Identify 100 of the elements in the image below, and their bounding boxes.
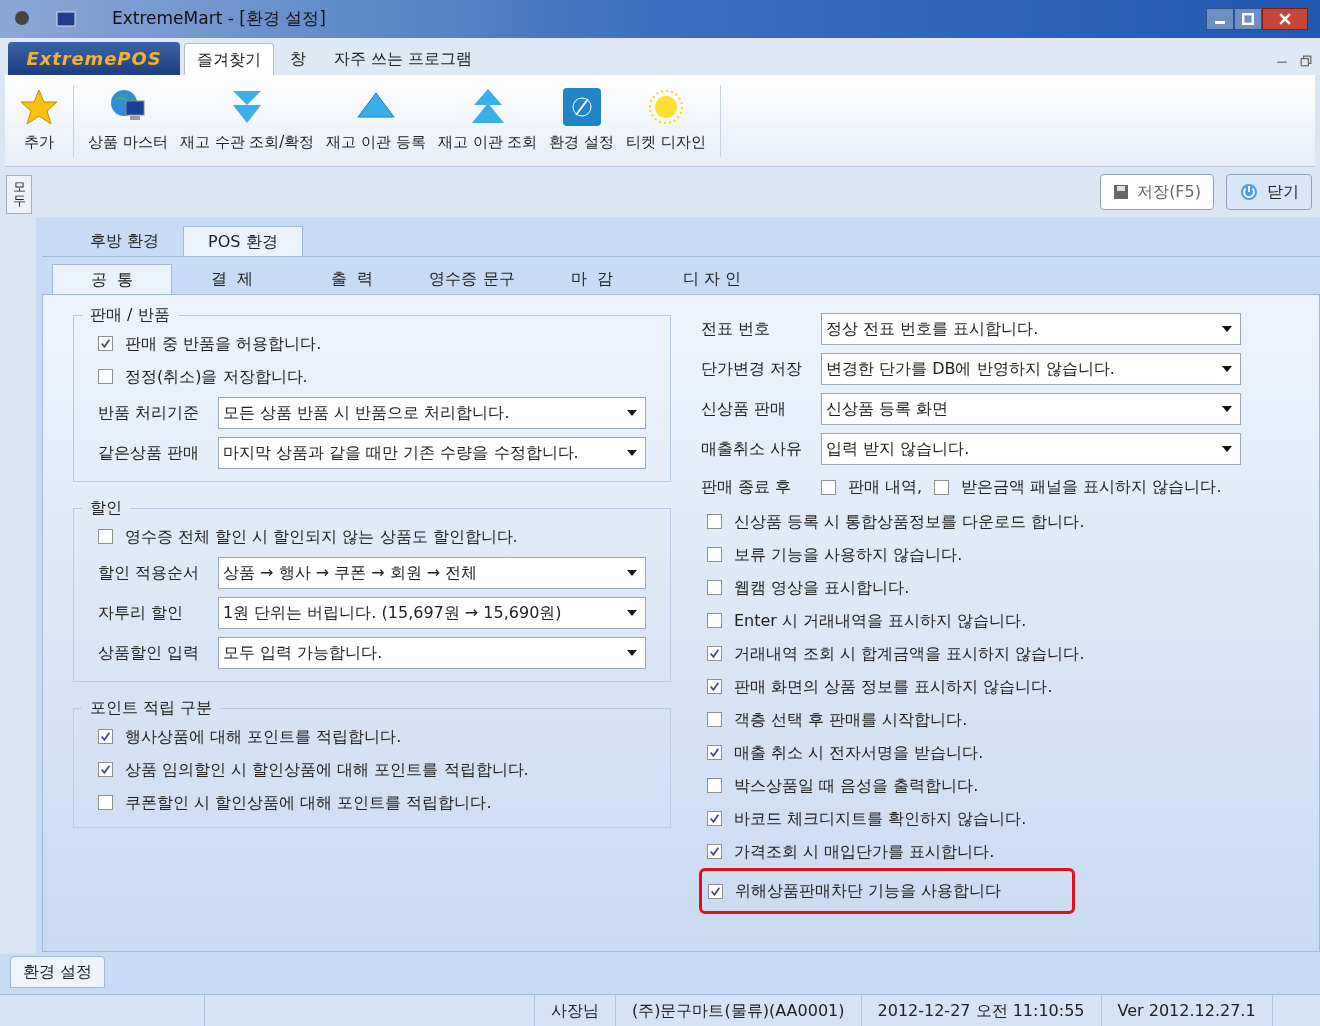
dropdown-field[interactable]: 신상품 등록 화면 bbox=[821, 393, 1241, 425]
status-text: Ver 2012.12.27.1 bbox=[1101, 995, 1273, 1026]
section-tab[interactable]: 공 통 bbox=[52, 264, 172, 294]
section-tab[interactable]: 마 감 bbox=[532, 264, 652, 294]
checkbox-label: 판매 화면의 상품 정보를 표시하지 않습니다. bbox=[734, 675, 1053, 698]
ribbon-button[interactable]: 상품 마스터 bbox=[82, 87, 174, 154]
ribbon-button[interactable]: 재고 이관 조회 bbox=[431, 87, 544, 154]
checkbox[interactable] bbox=[707, 679, 722, 694]
caret-icon bbox=[1222, 406, 1232, 412]
checkbox-label: 박스상품일 때 음성을 출력합니다. bbox=[734, 774, 979, 797]
field-label: 같은상품 판매 bbox=[98, 442, 201, 464]
dropdown-field[interactable]: 정상 전표 번호를 표시합니다. bbox=[821, 313, 1241, 345]
window-title: ExtremeMart - [환경 설정] bbox=[112, 7, 326, 31]
field-label: 반품 처리기준 bbox=[98, 402, 201, 424]
minimize-icon bbox=[1215, 20, 1225, 24]
field-label: 상품할인 입력 bbox=[98, 642, 201, 664]
ribbon-button[interactable]: 재고 수관 조회/확정 bbox=[173, 87, 321, 154]
checkbox-label: 위해상품판매차단 기능을 사용합니다 bbox=[735, 880, 1002, 902]
maximize-button[interactable] bbox=[1234, 8, 1262, 30]
menu-tab[interactable]: 즐겨찾기 bbox=[184, 43, 274, 75]
checkbox[interactable] bbox=[98, 369, 113, 384]
checkbox-label: Enter 시 거래내역을 표시하지 않습니다. bbox=[734, 609, 1027, 632]
checkbox[interactable] bbox=[98, 529, 113, 544]
document-tab[interactable]: 환경 설정 bbox=[10, 956, 106, 988]
field-label: 단가변경 저장 bbox=[701, 358, 804, 380]
field-label: 판매 종료 후 bbox=[701, 476, 793, 498]
compass-icon bbox=[561, 87, 602, 128]
close-button[interactable] bbox=[1262, 8, 1308, 30]
checkbox[interactable] bbox=[707, 646, 722, 661]
checkbox-label: 객층 선택 후 판매를 시작합니다. bbox=[734, 708, 968, 731]
ribbon-button[interactable]: 티켓 디자인 bbox=[620, 87, 713, 154]
dropdown-field[interactable]: 모든 상품 반품 시 반품으로 처리합니다. bbox=[218, 397, 646, 429]
checkbox-label: 영수증 전체 할인 시 할인되지 않는 상품도 할인합니다. bbox=[125, 525, 518, 548]
checkbox[interactable] bbox=[821, 479, 836, 495]
minimize-button[interactable] bbox=[1206, 8, 1234, 30]
side-tab[interactable]: 모두 bbox=[6, 175, 32, 214]
checkbox-label: 쿠폰할인 시 할인상품에 대해 포인트를 적립합니다. bbox=[125, 791, 492, 814]
dropdown-field[interactable]: 변경한 단가를 DB에 반영하지 않습니다. bbox=[821, 353, 1241, 385]
checkbox-label: 정정(취소)을 저장합니다. bbox=[125, 365, 308, 388]
dropdown-field[interactable]: 모두 입력 가능합니다. bbox=[218, 637, 646, 669]
checkbox[interactable] bbox=[707, 778, 722, 793]
menu-tab[interactable]: 창 bbox=[278, 43, 318, 75]
dropdown-field[interactable]: 상품 → 행사 → 쿠폰 → 회원 → 전체 bbox=[218, 557, 646, 589]
menu-tab[interactable]: 자주 쓰는 프로그램 bbox=[322, 43, 485, 75]
field-label: 매출취소 사유 bbox=[701, 438, 804, 460]
checkbox[interactable] bbox=[98, 729, 113, 744]
window-icon bbox=[56, 11, 76, 27]
field-label: 전표 번호 bbox=[701, 318, 772, 340]
settings-tab[interactable]: 후방 환경 bbox=[66, 226, 184, 256]
status-text: (주)문구마트(물류)(AA0001) bbox=[616, 995, 862, 1026]
settings-tab[interactable]: POS 환경 bbox=[183, 226, 303, 256]
save-icon bbox=[1113, 184, 1130, 200]
dropdown-field[interactable]: 입력 받지 않습니다. bbox=[821, 433, 1241, 465]
close-icon bbox=[1279, 13, 1291, 25]
checkbox[interactable] bbox=[934, 479, 950, 495]
checkbox-label: 보류 기능을 사용하지 않습니다. bbox=[734, 543, 963, 566]
action-button[interactable]: 저장(F5) bbox=[1100, 174, 1214, 210]
checkbox[interactable] bbox=[707, 613, 722, 628]
checkbox[interactable] bbox=[707, 745, 722, 760]
field-label: 자투리 할인 bbox=[98, 602, 185, 624]
caret-icon bbox=[627, 410, 637, 416]
dropdown-field[interactable]: 1원 단위는 버립니다. (15,697원 → 15,690원) bbox=[218, 597, 646, 629]
caret-icon bbox=[1222, 366, 1232, 372]
action-button[interactable]: 닫기 bbox=[1226, 174, 1312, 210]
field-label: 신상품 판매 bbox=[701, 398, 788, 420]
checkbox-label: 바코드 체크디지트를 확인하지 않습니다. bbox=[734, 807, 1027, 830]
checkbox-label: 판매 내역, bbox=[848, 476, 923, 498]
checkbox[interactable] bbox=[707, 514, 722, 529]
section-tab[interactable]: 디 자 인 bbox=[652, 264, 772, 294]
checkbox[interactable] bbox=[708, 883, 723, 899]
ribbon-button[interactable]: 추가 bbox=[13, 87, 65, 154]
checkbox-label: 행사상품에 대해 포인트를 적립합니다. bbox=[125, 725, 402, 748]
status-text: 사장님 bbox=[535, 995, 616, 1026]
status-text: 2012-12-27 오전 11:10:55 bbox=[861, 995, 1102, 1026]
ribbon-button[interactable]: 환경 설정 bbox=[543, 87, 621, 154]
ribbon-button[interactable]: 재고 이관 등록 bbox=[320, 87, 432, 154]
dropdown-field[interactable]: 마지막 상품과 같을 때만 기존 수량을 수정합니다. bbox=[218, 437, 646, 469]
group-title: 할인 bbox=[89, 497, 123, 519]
checkbox[interactable] bbox=[98, 762, 113, 777]
section-tab[interactable]: 결 제 bbox=[172, 264, 292, 294]
app-logo[interactable]: ExtremePOS bbox=[8, 42, 180, 75]
checkbox-label: 매출 취소 시 전자서명을 받습니다. bbox=[734, 741, 984, 764]
checkbox[interactable] bbox=[98, 336, 113, 351]
star-icon bbox=[19, 87, 59, 128]
checkbox-label: 받은금액 패널을 표시하지 않습니다. bbox=[961, 476, 1222, 498]
field-label: 할인 적용순서 bbox=[98, 562, 201, 584]
maximize-icon bbox=[1242, 13, 1254, 25]
checkbox[interactable] bbox=[707, 547, 722, 562]
checkbox-label: 판매 중 반품을 허용합니다. bbox=[125, 332, 322, 355]
caret-icon bbox=[627, 610, 637, 616]
section-tab[interactable]: 영수증 문구 bbox=[412, 264, 532, 294]
checkbox[interactable] bbox=[98, 795, 113, 810]
checkbox[interactable] bbox=[707, 712, 722, 727]
restore-icon[interactable] bbox=[1300, 55, 1312, 67]
section-tab[interactable]: 출 력 bbox=[292, 264, 412, 294]
checkbox[interactable] bbox=[707, 844, 722, 859]
caret-icon bbox=[627, 650, 637, 656]
caret-icon bbox=[1222, 326, 1232, 332]
checkbox[interactable] bbox=[707, 580, 722, 595]
checkbox[interactable] bbox=[707, 811, 722, 826]
